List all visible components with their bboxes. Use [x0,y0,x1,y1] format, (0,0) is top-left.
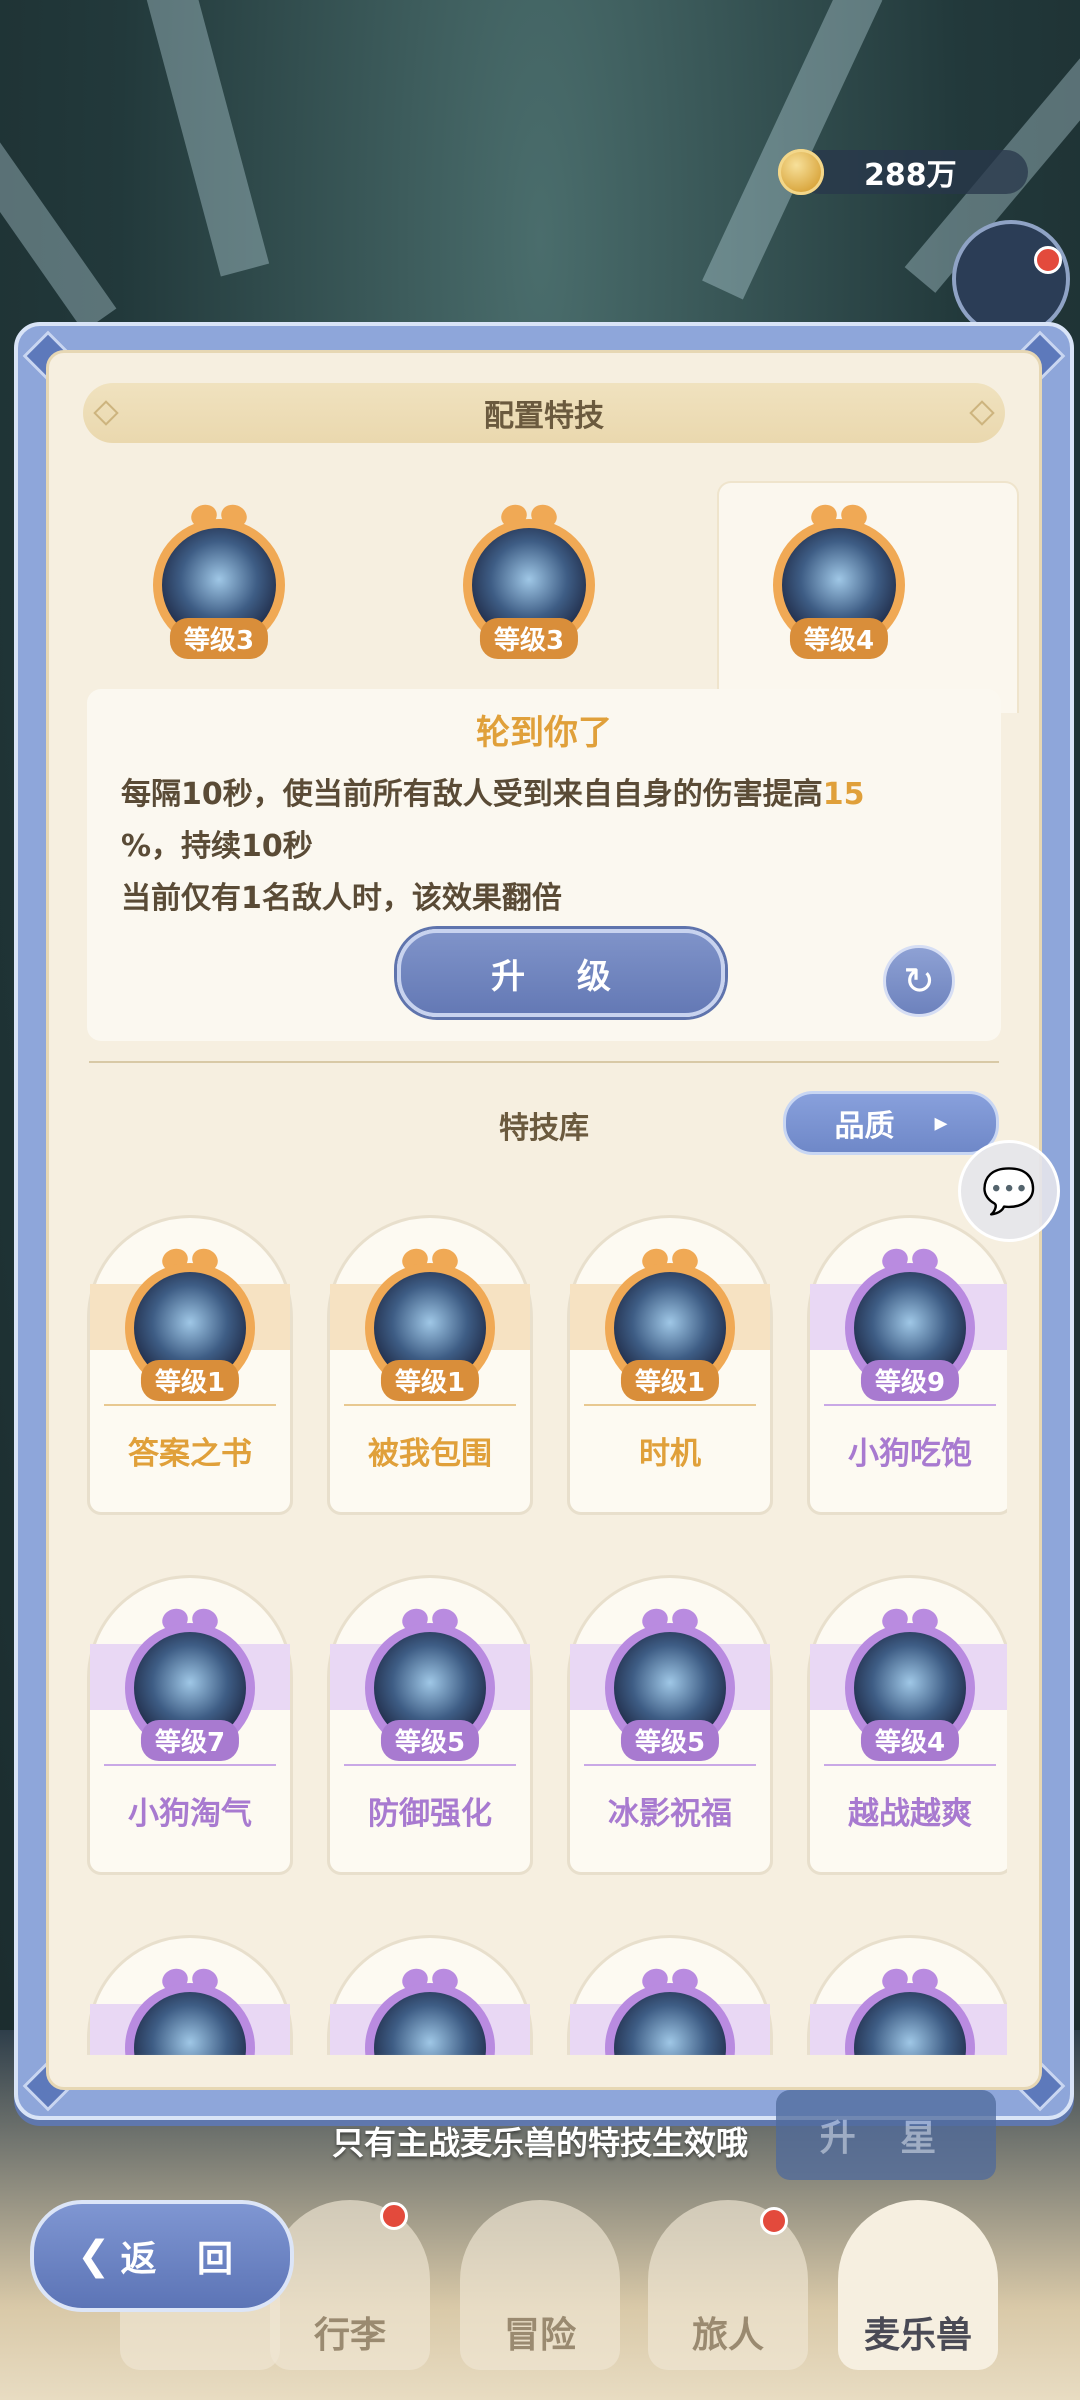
skill-level: 等级5 [380,1720,480,1761]
skill-portrait [365,1983,495,2055]
back-label: 返 回 [120,2239,248,2280]
card-divider [344,1764,516,1766]
skill-card[interactable]: 等级5 冰影祝福 [567,1575,773,1875]
skill-detail-card: 轮到你了 每隔10秒，使当前所有敌人受到来自自身的伤害提高15 %，持续10秒 … [87,689,1001,1041]
card-divider [824,1404,996,1406]
upgrade-label: 升 级 [491,956,631,997]
skill-icon: 等级3 [463,501,595,659]
nav-label: 冒险 [503,2315,576,2356]
skill-icon [605,1965,735,2055]
skill-name: 被我包围 [368,1436,492,1472]
skill-card[interactable] [87,1935,293,2055]
skill-card[interactable]: 等级1 时机 [567,1215,773,1515]
gift-shop-button[interactable] [952,220,1070,338]
skill-icon [125,1965,255,2055]
skill-icon: 等级7 [125,1605,255,1761]
skill-level: 等级7 [140,1720,240,1761]
skill-card[interactable]: 等级7 小狗淘气 [87,1575,293,1875]
skill-level: 等级5 [620,1720,720,1761]
coin-icon [778,149,824,195]
skill-icon: 等级5 [365,1605,495,1761]
skill-level: 等级1 [140,1360,240,1401]
card-divider [584,1404,756,1406]
skill-level: 等级9 [860,1360,960,1401]
skill-config-panel: 配置特技 等级3 等级3 等级4 轮到你了 每隔10秒，使当前所有敌人受到来自自身的… [14,322,1074,2120]
skill-name: 小狗淘气 [128,1796,252,1832]
skill-name: 答案之书 [128,1436,252,1472]
desc-line3: 当前仅有1名敌人时，该效果翻倍 [121,881,562,916]
skill-icon: 等级3 [153,501,285,659]
card-divider [344,1404,516,1406]
skill-icon: 等级1 [365,1245,495,1401]
skill-card[interactable]: 等级4 越战越爽 [807,1575,1007,1875]
skill-icon: 等级4 [845,1605,975,1761]
config-title: 配置特技 [484,399,604,434]
skill-icon: 等级5 [605,1605,735,1761]
skill-detail-title: 轮到你了 [476,713,612,753]
scroll-fade [87,2053,1001,2087]
skill-portrait [845,1983,975,2055]
skill-level: 等级3 [169,618,269,659]
panel-content: 配置特技 等级3 等级3 等级4 轮到你了 每隔10秒，使当前所有敌人受到来自自身的… [46,350,1042,2090]
skill-card[interactable]: 等级1 被我包围 [327,1215,533,1515]
card-divider [824,1764,996,1766]
desc-line1: 每隔10秒，使当前所有敌人受到来自自身的伤害提高 [121,777,823,812]
skill-card[interactable] [327,1935,533,2055]
quality-label: 品质 [834,1109,895,1144]
skill-level: 等级4 [860,1720,960,1761]
currency-amount: 288万 [864,158,957,193]
skill-level: 等级3 [479,618,579,659]
card-divider [104,1764,276,1766]
nav-item-pet[interactable]: 麦乐兽 [838,2200,998,2370]
skill-name: 冰影祝福 [608,1796,732,1832]
nav-label: 麦乐兽 [863,2315,972,2356]
card-divider [104,1404,276,1406]
skill-icon: 等级4 [773,501,905,659]
skill-name: 越战越爽 [848,1796,972,1832]
upgrade-button[interactable]: 升 级 [397,929,725,1017]
desc-line2: %，持续10秒 [121,829,313,864]
skill-name: 小狗吃饱 [848,1436,972,1472]
config-header: 配置特技 [83,383,1005,443]
skill-name: 时机 [639,1436,701,1472]
skill-card[interactable] [567,1935,773,2055]
skill-level: 等级4 [789,618,889,659]
currency-display: 288万 [778,149,1028,195]
caret-right-icon: ▸ [934,1108,948,1138]
skill-description: 每隔10秒，使当前所有敌人受到来自自身的伤害提高15 %，持续10秒 当前仅有1… [121,769,961,925]
back-arrow-icon: ❮ [76,2233,111,2279]
skill-level: 等级1 [380,1360,480,1401]
skill-icon: 等级9 [845,1245,975,1401]
skill-card[interactable]: 等级9 小狗吃饱 [807,1215,1007,1515]
nav-item-adventure[interactable]: 冒险 [460,2200,620,2370]
skill-library-grid[interactable]: 等级1 答案之书 等级1 被我包围 等级1 时机 等级9 小狗吃饱等级7 小狗淘气 等级5 防御强化… [87,1215,1007,2055]
nav-label: 行李 [313,2315,386,2356]
skill-icon: 等级1 [605,1245,735,1401]
quality-filter-button[interactable]: 品质 ▸ [783,1091,999,1155]
hint-text: 只有主战麦乐兽的特技生效哦 [331,2124,748,2162]
skill-portrait [125,1983,255,2055]
back-button[interactable]: ❮ 返 回 [30,2200,294,2312]
desc-highlight-value: 15 [822,777,865,812]
skill-level: 等级1 [620,1360,720,1401]
section-divider [89,1061,999,1063]
skill-card[interactable]: 等级5 防御强化 [327,1575,533,1875]
card-divider [584,1764,756,1766]
refresh-icon[interactable]: ↻ [883,945,955,1017]
skill-card[interactable]: 等级1 答案之书 [87,1215,293,1515]
skill-icon: 等级1 [125,1245,255,1401]
nav-label: 旅人 [691,2315,764,2356]
notification-dot [760,2207,788,2235]
skill-portrait [605,1983,735,2055]
nav-item-luggage[interactable]: 行李 [270,2200,430,2370]
skill-name: 防御强化 [368,1796,492,1832]
skill-icon [365,1965,495,2055]
skill-card[interactable] [807,1935,1007,2055]
notification-dot [380,2202,408,2230]
notification-dot [1034,246,1062,274]
skill-icon [845,1965,975,2055]
chat-bubble-icon[interactable]: 💬 [958,1140,1060,1242]
